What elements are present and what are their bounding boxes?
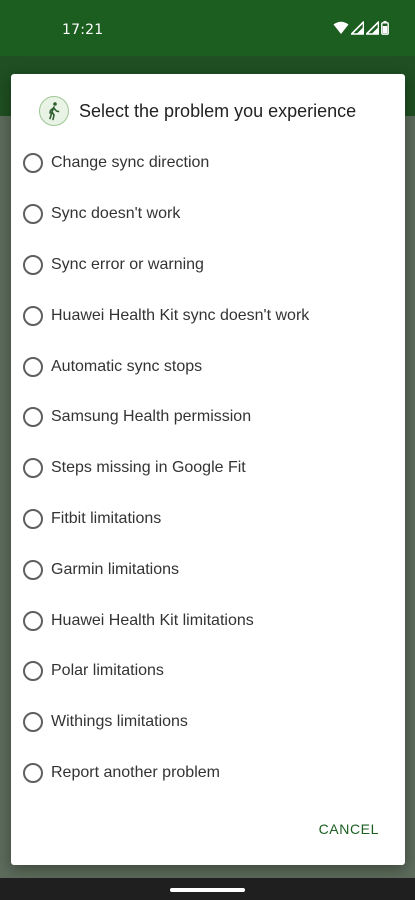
option-label: Report another problem (51, 763, 220, 781)
option-huawei-health-kit-limitations[interactable]: Huawei Health Kit limitations (23, 595, 393, 646)
option-label: Polar limitations (51, 662, 164, 680)
navigation-bar (0, 878, 415, 900)
wifi-icon (333, 21, 349, 40)
option-huawei-health-kit-sync[interactable]: Huawei Health Kit sync doesn't work (23, 290, 393, 341)
option-label: Huawei Health Kit limitations (51, 611, 254, 629)
radio-button[interactable] (23, 254, 43, 275)
signal-icon (350, 20, 365, 40)
status-time: 17:21 (62, 22, 104, 38)
battery-icon (381, 20, 389, 40)
option-automatic-sync-stops[interactable]: Automatic sync stops (23, 341, 393, 392)
option-label: Garmin limitations (51, 560, 180, 578)
radio-button[interactable] (23, 407, 43, 428)
option-label: Fitbit limitations (51, 509, 162, 527)
walking-person-icon (39, 96, 69, 126)
problem-options-list: Change sync direction Sync doesn't work … (23, 138, 393, 798)
option-label: Huawei Health Kit sync doesn't work (51, 306, 310, 324)
radio-button[interactable] (23, 661, 43, 682)
option-label: Steps missing in Google Fit (51, 459, 246, 477)
cancel-button[interactable]: CANCEL (319, 817, 379, 841)
option-fitbit-limitations[interactable]: Fitbit limitations (23, 494, 393, 545)
radio-button[interactable] (23, 508, 43, 529)
radio-button[interactable] (23, 204, 43, 225)
option-label: Automatic sync stops (51, 357, 203, 375)
radio-button[interactable] (23, 610, 43, 631)
option-report-another-problem[interactable]: Report another problem (23, 748, 393, 799)
option-steps-missing-google-fit[interactable]: Steps missing in Google Fit (23, 443, 393, 494)
dialog-title: Select the problem you experience (79, 100, 357, 121)
signal-icon (365, 20, 380, 40)
radio-button[interactable] (23, 356, 43, 377)
radio-button[interactable] (23, 762, 43, 783)
option-sync-doesnt-work[interactable]: Sync doesn't work (23, 189, 393, 240)
dialog-header: Select the problem you experience (39, 96, 356, 126)
option-change-sync-direction[interactable]: Change sync direction (23, 138, 393, 189)
option-withings-limitations[interactable]: Withings limitations (23, 697, 393, 748)
radio-button[interactable] (23, 712, 43, 733)
home-gesture-handle[interactable] (170, 888, 245, 892)
radio-button[interactable] (23, 559, 43, 580)
option-label: Sync error or warning (51, 255, 204, 273)
radio-button[interactable] (23, 458, 43, 479)
option-sync-error-or-warning[interactable]: Sync error or warning (23, 240, 393, 291)
option-polar-limitations[interactable]: Polar limitations (23, 646, 393, 697)
radio-button[interactable] (23, 153, 43, 174)
option-label: Sync doesn't work (51, 205, 181, 223)
option-label: Change sync direction (51, 154, 210, 172)
problem-dialog: Select the problem you experience Change… (11, 74, 405, 865)
option-label: Samsung Health permission (51, 408, 252, 426)
option-label: Withings limitations (51, 713, 188, 731)
status-icons (333, 20, 389, 40)
option-garmin-limitations[interactable]: Garmin limitations (23, 544, 393, 595)
radio-button[interactable] (23, 305, 43, 326)
option-samsung-health-permission[interactable]: Samsung Health permission (23, 392, 393, 443)
status-bar: 17:21 (0, 0, 415, 56)
